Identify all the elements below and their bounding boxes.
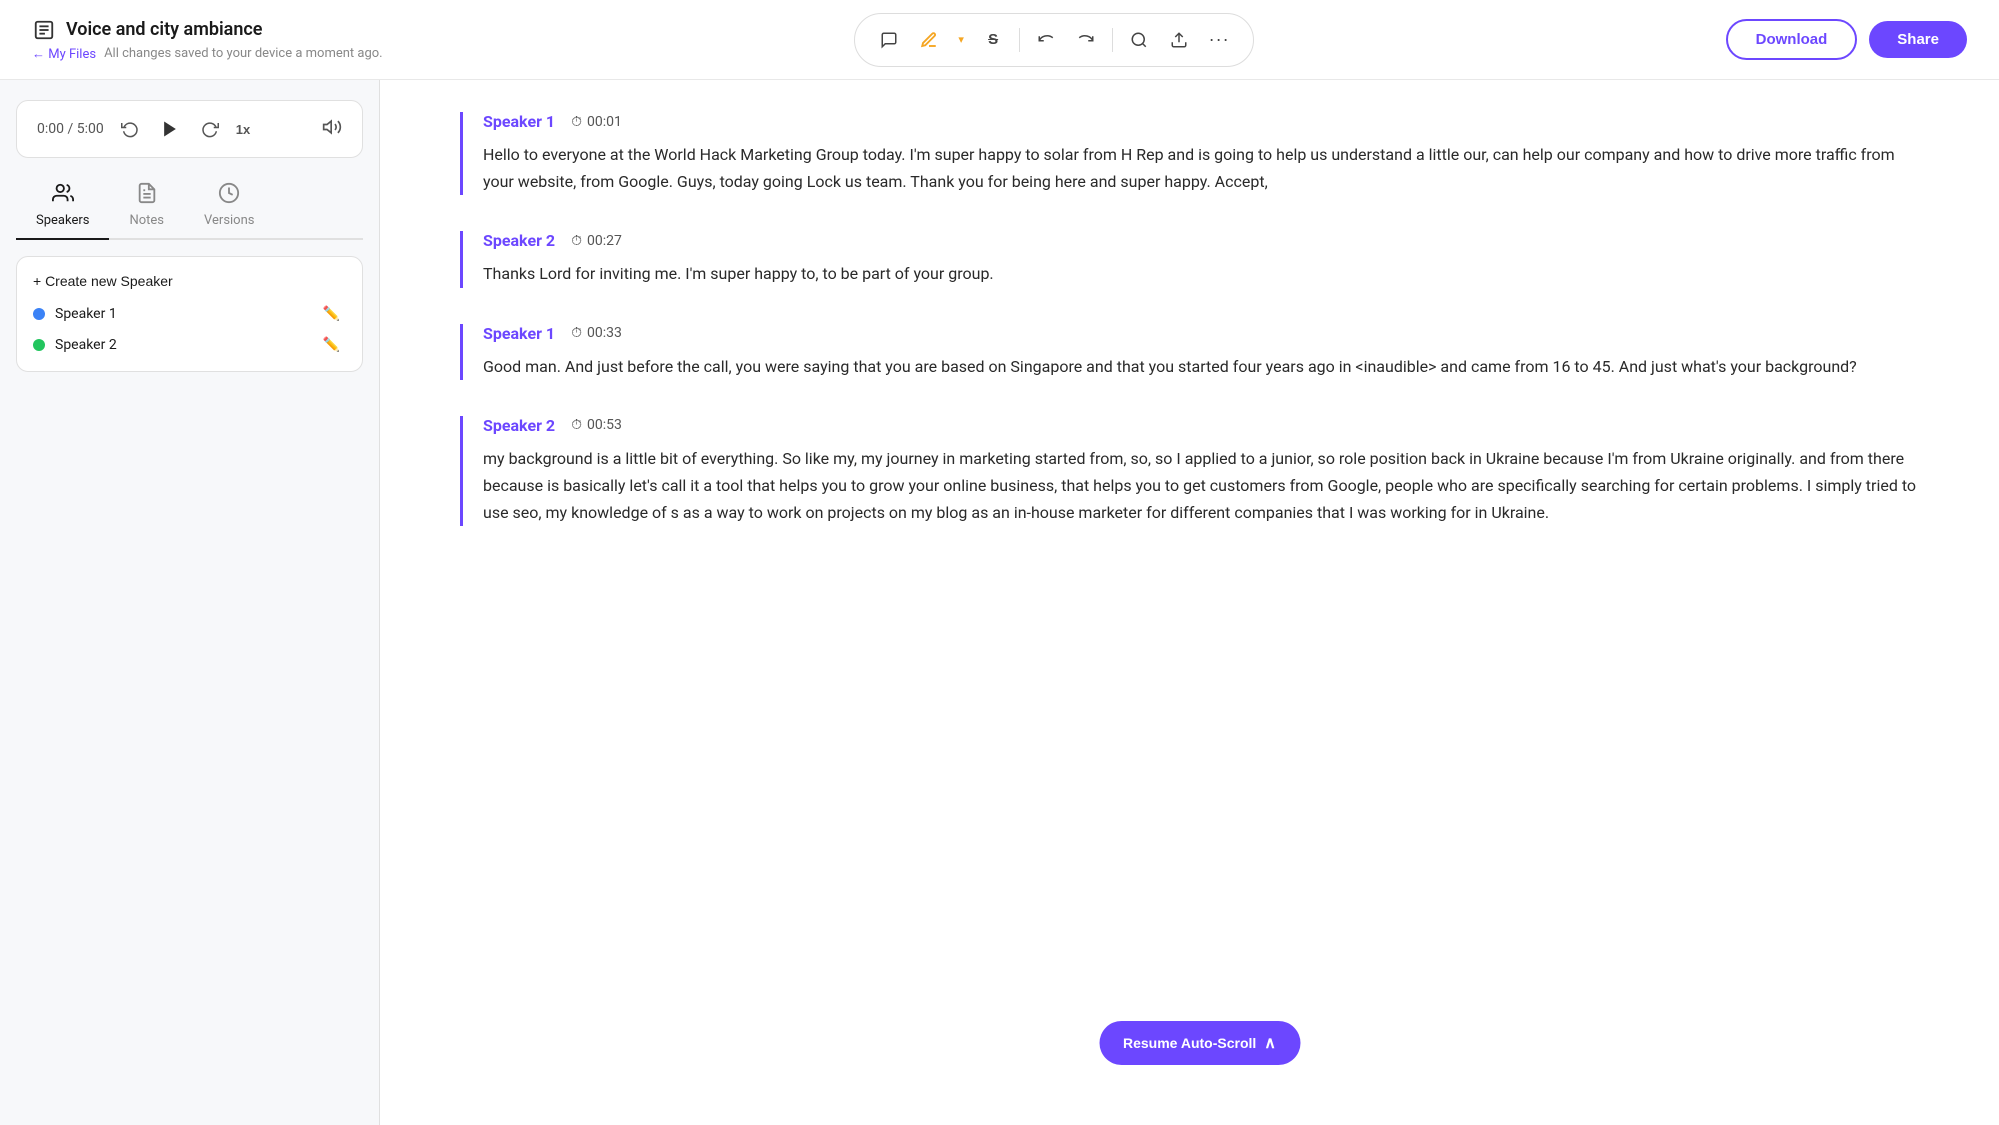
segment-timestamp-2: ⏱ 00:27: [571, 233, 622, 249]
clock-icon-4: ⏱: [571, 417, 582, 433]
search-button[interactable]: [1121, 22, 1157, 58]
back-link[interactable]: ← My Files: [32, 46, 96, 62]
speakers-icon: [52, 182, 74, 209]
segment-timestamp-1: ⏱ 00:01: [571, 114, 622, 130]
forward-button[interactable]: [196, 115, 224, 143]
speaker-item: Speaker 2 ✏️: [33, 334, 346, 355]
sidebar-tabs: Speakers Notes: [16, 174, 363, 240]
tab-versions[interactable]: Versions: [184, 174, 274, 240]
segment-text-3: Good man. And just before the call, you …: [483, 353, 1919, 380]
speaker-panel: + Create new Speaker Speaker 1 ✏️ Speake…: [16, 256, 363, 372]
speaker2-edit-button[interactable]: ✏️: [317, 334, 346, 355]
speaker-list: Speaker 1 ✏️ Speaker 2 ✏️: [33, 303, 346, 355]
segment-speaker-3: Speaker 1: [483, 324, 555, 343]
transcript-segment-1: Speaker 1 ⏱ 00:01 Hello to everyone at t…: [460, 112, 1919, 195]
tab-versions-label: Versions: [204, 213, 254, 228]
auto-scroll-label: Resume Auto-Scroll: [1123, 1035, 1256, 1051]
tab-speakers-label: Speakers: [36, 213, 89, 228]
speed-button[interactable]: 1x: [236, 122, 250, 137]
speaker2-name: Speaker 2: [55, 337, 307, 353]
segment-header-2: Speaker 2 ⏱ 00:27: [483, 231, 1919, 250]
share-button[interactable]: Share: [1869, 21, 1967, 58]
audio-player: 0:00 / 5:00 1x: [16, 100, 363, 158]
tab-notes[interactable]: Notes: [109, 174, 184, 240]
tab-speakers[interactable]: Speakers: [16, 174, 109, 240]
versions-icon: [218, 182, 240, 209]
undo-button[interactable]: [1028, 22, 1064, 58]
segment-header-1: Speaker 1 ⏱ 00:01: [483, 112, 1919, 131]
timestamp-value-1: 00:01: [587, 114, 622, 130]
redo-button[interactable]: [1068, 22, 1104, 58]
toolbar-divider-1: [1019, 28, 1020, 52]
rewind-button[interactable]: [116, 115, 144, 143]
header-right: Download Share: [1726, 19, 1967, 60]
tab-notes-label: Notes: [129, 213, 164, 228]
speaker2-dot: [33, 339, 45, 351]
title-row: Voice and city ambiance: [32, 18, 383, 42]
clock-icon-1: ⏱: [571, 114, 582, 130]
pen-button[interactable]: [911, 22, 947, 58]
segment-speaker-1: Speaker 1: [483, 112, 555, 131]
pen-dropdown[interactable]: ▾: [951, 22, 971, 58]
segment-speaker-2: Speaker 2: [483, 231, 555, 250]
segment-speaker-4: Speaker 2: [483, 416, 555, 435]
toolbar: ▾ S ·: [854, 13, 1254, 67]
volume-button[interactable]: [322, 117, 342, 142]
more-button[interactable]: ···: [1201, 22, 1237, 58]
breadcrumb: ← My Files All changes saved to your dev…: [32, 46, 383, 62]
header: Voice and city ambiance ← My Files All c…: [0, 0, 1999, 80]
transcript-segment-3: Speaker 1 ⏱ 00:33 Good man. And just bef…: [460, 324, 1919, 380]
download-button[interactable]: Download: [1726, 19, 1858, 60]
segment-text-2: Thanks Lord for inviting me. I'm super h…: [483, 260, 1919, 287]
segment-text-4: my background is a little bit of everyth…: [483, 445, 1919, 527]
upload-button[interactable]: [1161, 22, 1197, 58]
auto-scroll-button[interactable]: Resume Auto-Scroll ∧: [1099, 1021, 1300, 1065]
file-icon: [32, 18, 56, 42]
segment-header-3: Speaker 1 ⏱ 00:33: [483, 324, 1919, 343]
timestamp-value-2: 00:27: [587, 233, 622, 249]
segment-timestamp-4: ⏱ 00:53: [571, 417, 622, 433]
doc-title: Voice and city ambiance: [66, 19, 262, 40]
clock-icon-3: ⏱: [571, 325, 582, 341]
toolbar-divider-2: [1112, 28, 1113, 52]
transcript-area: Speaker 1 ⏱ 00:01 Hello to everyone at t…: [380, 80, 1999, 1125]
speaker-item: Speaker 1 ✏️: [33, 303, 346, 324]
header-left: Voice and city ambiance ← My Files All c…: [32, 18, 383, 62]
transcript-segment-2: Speaker 2 ⏱ 00:27 Thanks Lord for inviti…: [460, 231, 1919, 287]
player-time: 0:00 / 5:00: [37, 121, 104, 137]
strikethrough-button[interactable]: S: [975, 22, 1011, 58]
notes-icon: [136, 182, 158, 209]
sidebar: 0:00 / 5:00 1x: [0, 80, 380, 1125]
clock-icon-2: ⏱: [571, 233, 582, 249]
segment-text-1: Hello to everyone at the World Hack Mark…: [483, 141, 1919, 195]
play-button[interactable]: [156, 115, 184, 143]
main-layout: 0:00 / 5:00 1x: [0, 80, 1999, 1125]
chevron-up-icon: ∧: [1264, 1033, 1276, 1053]
create-speaker-button[interactable]: + Create new Speaker: [33, 273, 173, 289]
timestamp-value-4: 00:53: [587, 417, 622, 433]
speaker1-dot: [33, 308, 45, 320]
timestamp-value-3: 00:33: [587, 325, 622, 341]
autosave-status: All changes saved to your device a momen…: [104, 46, 383, 61]
comment-button[interactable]: [871, 22, 907, 58]
speaker1-edit-button[interactable]: ✏️: [317, 303, 346, 324]
speaker1-name: Speaker 1: [55, 306, 307, 322]
segment-header-4: Speaker 2 ⏱ 00:53: [483, 416, 1919, 435]
segment-timestamp-3: ⏱ 00:33: [571, 325, 622, 341]
transcript-segment-4: Speaker 2 ⏱ 00:53 my background is a lit…: [460, 416, 1919, 527]
